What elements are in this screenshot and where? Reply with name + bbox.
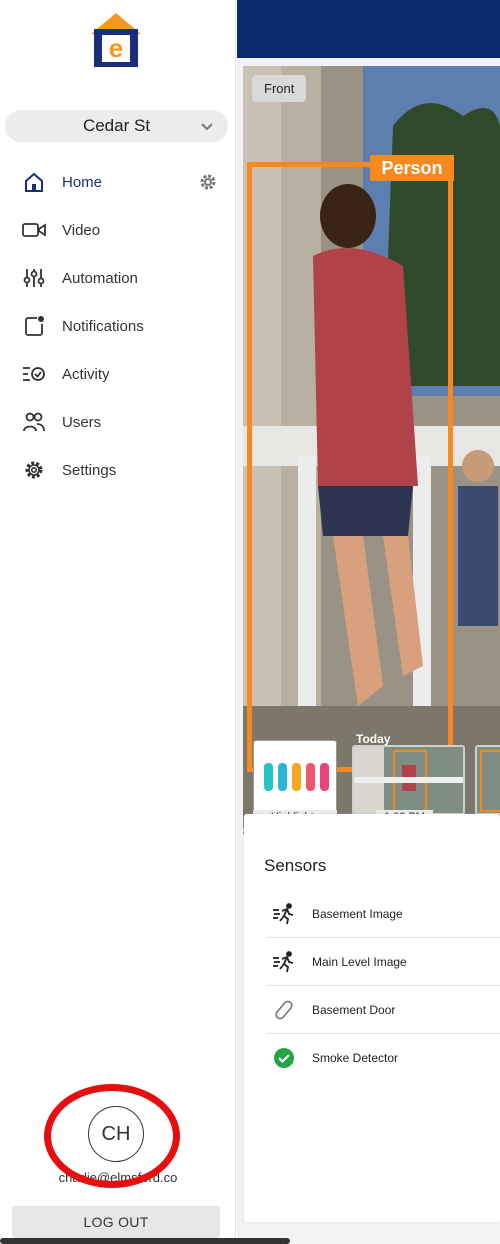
sensor-row-basement-door[interactable]: Basement Door xyxy=(266,986,500,1034)
sensor-row-main-level-image[interactable]: Main Level Image xyxy=(266,938,500,986)
top-bar xyxy=(237,0,500,58)
svg-text:e: e xyxy=(109,33,123,63)
person-detection-label: Person xyxy=(370,155,454,181)
clip-timeline: Highlights Today 1:02 PM xyxy=(243,732,500,826)
sensor-row-basement-image[interactable]: Basement Image xyxy=(266,890,500,938)
highlights-icon xyxy=(264,763,329,791)
camera-feed[interactable]: Front Person xyxy=(243,66,500,834)
camera-name-badge[interactable]: Front xyxy=(252,75,307,102)
nav-item-settings[interactable]: Settings xyxy=(0,446,236,494)
sensor-label: Basement Door xyxy=(312,1002,396,1017)
person-detection-box xyxy=(247,162,453,772)
video-camera-icon xyxy=(22,218,46,242)
clip-thumbnail-next[interactable] xyxy=(475,745,500,815)
sensor-label: Smoke Detector xyxy=(312,1051,399,1065)
sensor-label: Main Level Image xyxy=(312,954,407,969)
location-name: Cedar St xyxy=(82,116,151,135)
nav-label-video: Video xyxy=(62,221,101,239)
motion-runner-icon xyxy=(272,950,296,974)
settings-gear-icon xyxy=(22,458,46,482)
sidebar: e Cedar St Home Video Automation Notific… xyxy=(0,0,236,1244)
day-label: Today xyxy=(356,732,391,746)
nav-label-activity: Activity xyxy=(62,365,110,383)
nav-item-automation[interactable]: Automation xyxy=(0,254,236,302)
sidebar-nav: Home Video Automation Notifications Acti… xyxy=(0,158,236,494)
check-circle-icon xyxy=(272,1046,296,1070)
user-profile: CH charlie@elmsford.co xyxy=(0,1084,236,1194)
home-settings-gear-icon[interactable] xyxy=(198,172,218,192)
chevron-down-icon xyxy=(200,118,214,132)
app-logo: e xyxy=(89,12,143,68)
highlights-card[interactable] xyxy=(253,740,337,812)
nav-label-automation: Automation xyxy=(62,269,138,287)
nav-item-users[interactable]: Users xyxy=(0,398,236,446)
main-content: Front Person Highlights Today 1:02 xyxy=(237,58,500,1244)
motion-runner-icon xyxy=(272,902,296,926)
clip-thumbnail[interactable] xyxy=(352,745,465,815)
nav-item-home[interactable]: Home xyxy=(0,158,236,206)
activity-list-icon xyxy=(22,362,46,386)
nav-label-home: Home xyxy=(62,173,103,191)
nav-label-users: Users xyxy=(62,413,102,431)
sensor-label: Basement Image xyxy=(312,906,403,921)
user-email: charlie@elmsford.co xyxy=(58,1170,178,1185)
sensors-panel: Sensors Basement Image Main Level Image … xyxy=(244,814,500,1222)
home-icon xyxy=(22,170,46,194)
nav-item-activity[interactable]: Activity xyxy=(0,350,236,398)
notification-icon xyxy=(22,314,46,338)
nav-label-settings: Settings xyxy=(62,461,117,479)
avatar[interactable]: CH xyxy=(88,1106,144,1162)
nav-label-notifications: Notifications xyxy=(62,317,144,335)
door-contact-icon xyxy=(272,998,296,1022)
nav-item-notifications[interactable]: Notifications xyxy=(0,302,236,350)
sliders-icon xyxy=(22,266,46,290)
users-icon xyxy=(22,410,46,434)
sensor-list: Basement Image Main Level Image Basement… xyxy=(266,890,500,1082)
logout-button[interactable]: LOG OUT xyxy=(12,1206,220,1238)
sensors-title: Sensors xyxy=(264,856,327,875)
location-selector[interactable]: Cedar St xyxy=(5,110,228,142)
window-bottom-edge xyxy=(0,1238,290,1244)
avatar-initials: CH xyxy=(101,1122,131,1145)
nav-item-video[interactable]: Video xyxy=(0,206,236,254)
sensor-row-smoke-detector[interactable]: Smoke Detector xyxy=(266,1034,500,1082)
